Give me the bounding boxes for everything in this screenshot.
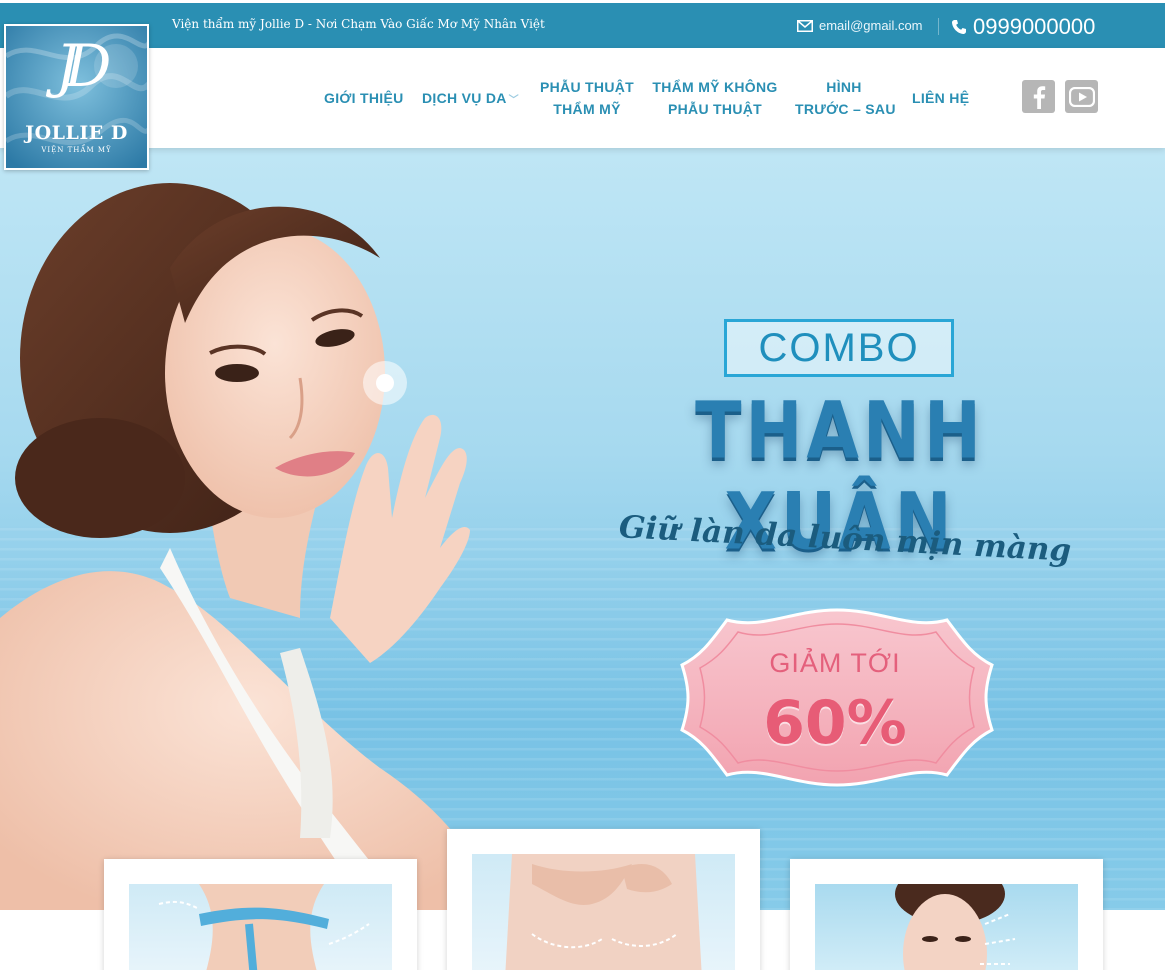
nav-label-line2: THẨM MỸ [553, 101, 621, 117]
service-card[interactable] [104, 859, 417, 970]
logo-subtitle: VIỆN THẨM MỸ [41, 146, 112, 154]
nav-label-line1: PHẪU THUẬT [540, 79, 634, 95]
email-text: email@gmail.com [819, 18, 923, 33]
service-card[interactable] [447, 829, 760, 970]
top-bar: Viện thẩm mỹ Jollie D - Nơi Chạm Vào Giấ… [0, 3, 1165, 48]
nav-item-lien-he[interactable]: LIÊN HỆ [912, 87, 969, 109]
nav-label: GIỚI THIỆU [324, 90, 404, 106]
youtube-icon [1068, 86, 1095, 107]
topbar-divider [938, 18, 939, 35]
phone-icon [952, 20, 966, 34]
card-image [472, 854, 735, 970]
youtube-button[interactable] [1065, 80, 1098, 113]
nav-label: DỊCH VỤ DA [422, 90, 507, 106]
nav-item-tham-my-khong-phau-thuat[interactable]: THẨM MỸ KHÔNG PHẪU THUẬT [652, 76, 778, 120]
logo-name: JOLLIE D [25, 122, 128, 144]
nav-item-dich-vu-da[interactable]: DỊCH VỤ DA ﹀ [422, 87, 519, 112]
face-lift-image [895, 884, 1016, 970]
email-link[interactable]: email@gmail.com [797, 18, 923, 33]
card-image [129, 884, 392, 970]
body-measurement-image [158, 884, 370, 970]
model-portrait-image [0, 183, 500, 910]
envelope-icon [797, 19, 813, 32]
card-image [815, 884, 1078, 970]
site-tagline: Viện thẩm mỹ Jollie D - Nơi Chạm Vào Giấ… [172, 17, 545, 31]
nav-label-line1: THẨM MỸ KHÔNG [652, 79, 778, 95]
badge-label: GIẢM TỚI [769, 648, 901, 678]
phone-number: 0999000000 [973, 14, 1096, 39]
logo-monogram: JD [55, 32, 112, 100]
nav-label-line1: HÌNH [826, 79, 862, 95]
site-logo[interactable]: JD JOLLIE D VIỆN THẨM MỸ [4, 24, 149, 170]
nav-label: LIÊN HỆ [912, 90, 970, 106]
facebook-icon [1033, 85, 1045, 109]
combo-label: COMBO [724, 319, 954, 377]
nav-item-phau-thuat-tham-my[interactable]: PHẪU THUẬT THẨM MỸ [540, 76, 634, 120]
nav-label-line2: PHẪU THUẬT [668, 101, 762, 117]
chevron-down-icon: ﹀ [508, 95, 519, 106]
nav-label-line2: TRƯỚC – SAU [795, 101, 896, 117]
breast-surgery-image [505, 854, 702, 970]
nav-item-gioi-thieu[interactable]: GIỚI THIỆU [324, 87, 404, 109]
badge-value: 60% [763, 688, 907, 758]
service-card[interactable] [790, 859, 1103, 970]
phone-link[interactable]: 0999000000 [951, 14, 1095, 40]
nav-item-hinh-truoc-sau[interactable]: HÌNH TRƯỚC – SAU [795, 76, 896, 120]
facebook-button[interactable] [1022, 80, 1055, 113]
hero-banner[interactable]: COMBO THANH XUÂN Giữ làn da luôn mịn màn… [0, 148, 1165, 910]
